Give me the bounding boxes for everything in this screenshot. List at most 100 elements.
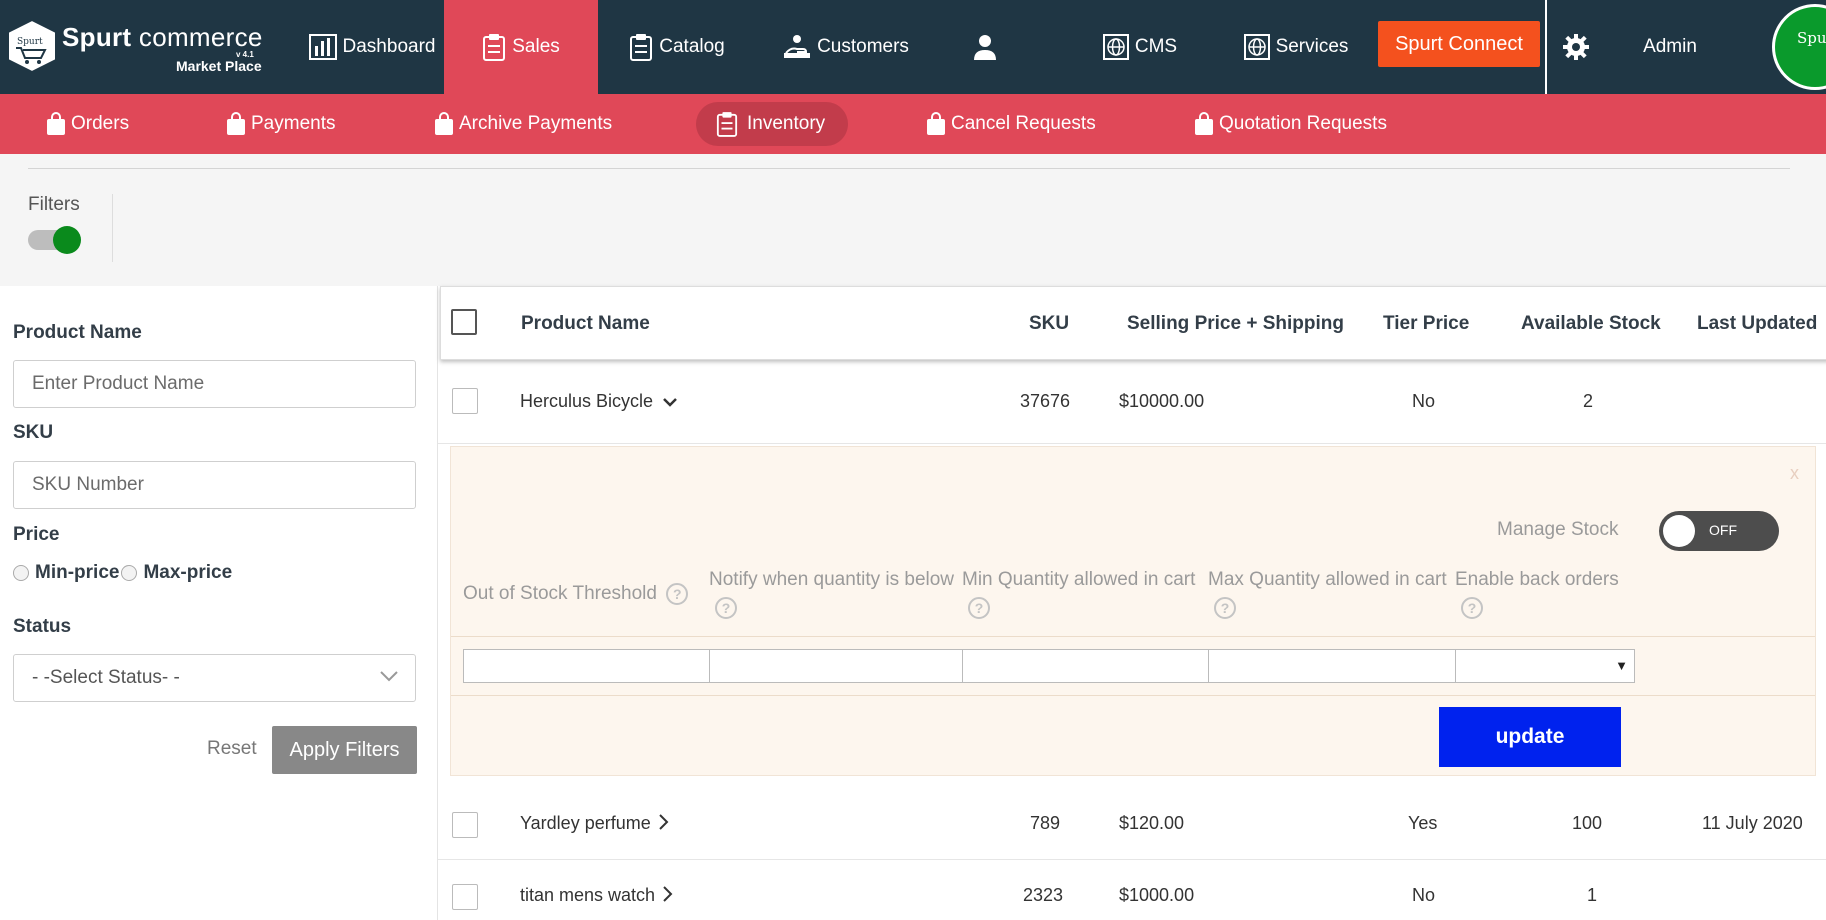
globe-icon — [1243, 34, 1270, 60]
price-cell: $1000.00 — [1119, 885, 1195, 905]
nav-catalog[interactable]: Catalog — [622, 0, 732, 94]
clipboard-icon — [483, 34, 506, 61]
help-icon[interactable]: ? — [1214, 597, 1236, 619]
notify-quantity-input[interactable] — [709, 649, 972, 683]
min-price-radio[interactable] — [13, 565, 29, 581]
tier-price-cell: No — [1412, 885, 1436, 905]
tab-cancel-requests[interactable]: Cancel Requests — [926, 94, 1096, 154]
header-last-updated[interactable]: Last Updated — [1697, 313, 1817, 335]
brand-title: Spurt commerce — [62, 22, 263, 52]
svg-text:Spurt: Spurt — [17, 37, 43, 47]
min-price-label: Min-price — [35, 562, 120, 583]
status-select[interactable]: - -Select Status- - — [13, 654, 416, 702]
apply-filters-button[interactable]: Apply Filters — [272, 726, 417, 774]
divider — [451, 636, 1815, 637]
shopping-bag-icon — [435, 112, 453, 135]
price-cell: $10000.00 — [1119, 391, 1205, 411]
status-select-value: - -Select Status- - — [32, 667, 180, 688]
max-price-label: Max-price — [143, 562, 233, 583]
caret-down-icon: ▼ — [1615, 658, 1628, 673]
reset-button[interactable]: Reset — [207, 738, 257, 760]
tab-archive-payments[interactable]: Archive Payments — [434, 94, 612, 154]
manage-stock-toggle[interactable]: OFF — [1659, 511, 1779, 551]
shopping-bag-icon — [927, 112, 945, 135]
sku-cell: 2323 — [1023, 885, 1064, 905]
min-quantity-input[interactable] — [962, 649, 1225, 683]
product-name-input[interactable] — [13, 360, 416, 408]
table-header: Product Name SKU Selling Price + Shippin… — [440, 286, 1826, 360]
brand-logo[interactable]: Spurt Spurt commerce v 4.1 Market Place — [0, 0, 288, 94]
header-available-stock[interactable]: Available Stock — [1521, 313, 1661, 335]
sub-navbar: Orders Payments Archive Payments Invento… — [0, 94, 1826, 154]
toggle-knob — [1663, 515, 1695, 547]
spurt-connect-button[interactable]: Spurt Connect — [1378, 21, 1540, 67]
divider — [451, 695, 1815, 696]
clipboard-icon — [630, 34, 653, 61]
nav-services-label: Services — [1275, 36, 1349, 57]
globe-icon — [1102, 34, 1129, 60]
clipboard-icon — [716, 112, 738, 137]
product-name-cell[interactable]: Yardley perfume — [520, 813, 670, 834]
help-icon[interactable]: ? — [968, 597, 990, 619]
top-navbar: Spurt Spurt commerce v 4.1 Market Place … — [0, 0, 1826, 94]
header-sku[interactable]: SKU — [1029, 313, 1069, 335]
row-checkbox[interactable] — [452, 812, 478, 838]
back-orders-select[interactable]: ▼ — [1455, 649, 1635, 683]
header-product-name[interactable]: Product Name — [521, 313, 650, 335]
max-price-radio[interactable] — [121, 565, 138, 581]
nav-user[interactable] — [960, 0, 1010, 94]
tab-quotation-requests[interactable]: Quotation Requests — [1194, 94, 1387, 154]
filters-toggle[interactable] — [28, 226, 81, 254]
chart-icon — [308, 34, 337, 60]
help-icon[interactable]: ? — [666, 583, 689, 605]
close-icon[interactable]: x — [1790, 463, 1799, 484]
filter-sidebar: Product Name SKU Price Min-price Max-pri… — [0, 286, 438, 920]
tab-inventory[interactable]: Inventory — [716, 94, 825, 154]
shopping-bag-icon — [1195, 112, 1213, 135]
product-name-cell[interactable]: titan mens watch — [520, 885, 674, 906]
tab-quotation-requests-label: Quotation Requests — [1219, 113, 1387, 134]
sku-input[interactable] — [13, 461, 416, 509]
row-checkbox[interactable] — [452, 884, 478, 910]
select-all-checkbox[interactable] — [451, 309, 477, 335]
stock-cell: 1 — [1587, 885, 1598, 905]
shopping-bag-icon — [47, 112, 65, 135]
tier-price-cell: Yes — [1408, 813, 1438, 833]
chevron-right-icon — [663, 886, 673, 902]
header-selling-price[interactable]: Selling Price + Shipping — [1127, 313, 1344, 335]
nav-customers[interactable]: Customers — [766, 0, 926, 94]
tab-orders-label: Orders — [71, 113, 130, 134]
nav-services[interactable]: Services — [1236, 0, 1356, 94]
inventory-detail-panel: x Manage Stock OFF Out of Stock Threshol… — [450, 446, 1816, 776]
product-name-cell[interactable]: Herculus Bicycle — [520, 391, 678, 412]
max-quantity-input[interactable] — [1208, 649, 1471, 683]
table-row: titan mens watch 2323 $1000.00 No 1 — [438, 860, 1826, 920]
row-checkbox[interactable] — [452, 388, 478, 414]
nav-divider — [1545, 0, 1547, 94]
settings-button[interactable] — [1558, 0, 1594, 94]
max-quantity-label: Max Quantity allowed in cart ? — [1208, 569, 1447, 619]
toggle-knob — [53, 226, 81, 254]
nav-dashboard[interactable]: Dashboard — [300, 0, 444, 94]
out-of-stock-threshold-input[interactable] — [463, 649, 726, 683]
tab-orders[interactable]: Orders — [46, 94, 129, 154]
tab-cancel-requests-label: Cancel Requests — [951, 113, 1096, 134]
update-button[interactable]: update — [1439, 707, 1621, 767]
sku-label: SKU — [13, 422, 54, 443]
tab-archive-payments-label: Archive Payments — [459, 113, 613, 134]
table-row: Herculus Bicycle 37676 $10000.00 No 2 — [438, 362, 1826, 444]
avatar[interactable]: Spur — [1772, 4, 1826, 90]
min-quantity-label: Min Quantity allowed in cart ? — [962, 569, 1195, 619]
price-radio-group: Min-price Max-price — [13, 562, 232, 584]
nav-cms[interactable]: CMS — [1098, 0, 1182, 94]
help-icon[interactable]: ? — [1461, 597, 1483, 619]
admin-menu[interactable]: Admin — [1630, 0, 1710, 94]
nav-cms-label: CMS — [1134, 36, 1178, 57]
filter-bar: Filters — [0, 154, 1826, 286]
tab-payments[interactable]: Payments — [226, 94, 335, 154]
help-icon[interactable]: ? — [715, 597, 737, 619]
nav-sales[interactable]: Sales — [444, 0, 598, 94]
nav-customers-label: Customers — [817, 36, 909, 57]
header-tier-price[interactable]: Tier Price — [1383, 313, 1469, 335]
gear-icon — [1563, 34, 1589, 60]
